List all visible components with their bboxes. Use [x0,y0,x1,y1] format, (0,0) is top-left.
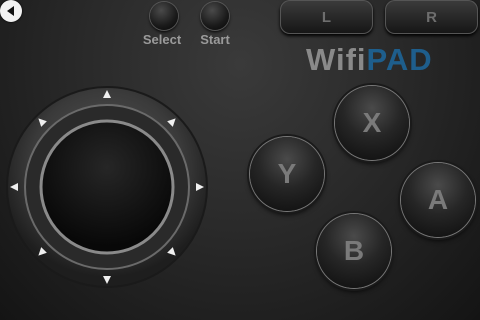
joystick[interactable] [5,85,209,289]
l-shoulder-label: L [321,8,332,26]
select-button[interactable] [150,2,178,30]
y-button-label: Y [277,158,297,189]
x-button-label: X [362,107,382,138]
brand-logo: WifiPAD [306,42,433,78]
brand-logo-pad: PAD [366,42,433,77]
l-shoulder-button[interactable]: L [280,0,373,34]
back-arrow-icon [7,6,14,16]
gamepad-screen: Select Start L R WifiPAD X Y A B [0,0,480,320]
joystick-well [39,119,175,255]
r-shoulder-label: R [426,8,437,26]
r-shoulder-button[interactable]: R [385,0,478,34]
a-button[interactable]: A [401,163,475,237]
brand-logo-wifi: Wifi [306,42,367,77]
back-button[interactable] [0,0,22,22]
start-button[interactable] [201,2,229,30]
b-button-label: B [343,235,365,266]
y-button[interactable]: Y [250,137,324,211]
start-label: Start [200,32,230,47]
b-button[interactable]: B [317,214,391,288]
select-label: Select [142,32,182,47]
a-button-label: A [427,184,449,215]
x-button[interactable]: X [335,86,409,160]
